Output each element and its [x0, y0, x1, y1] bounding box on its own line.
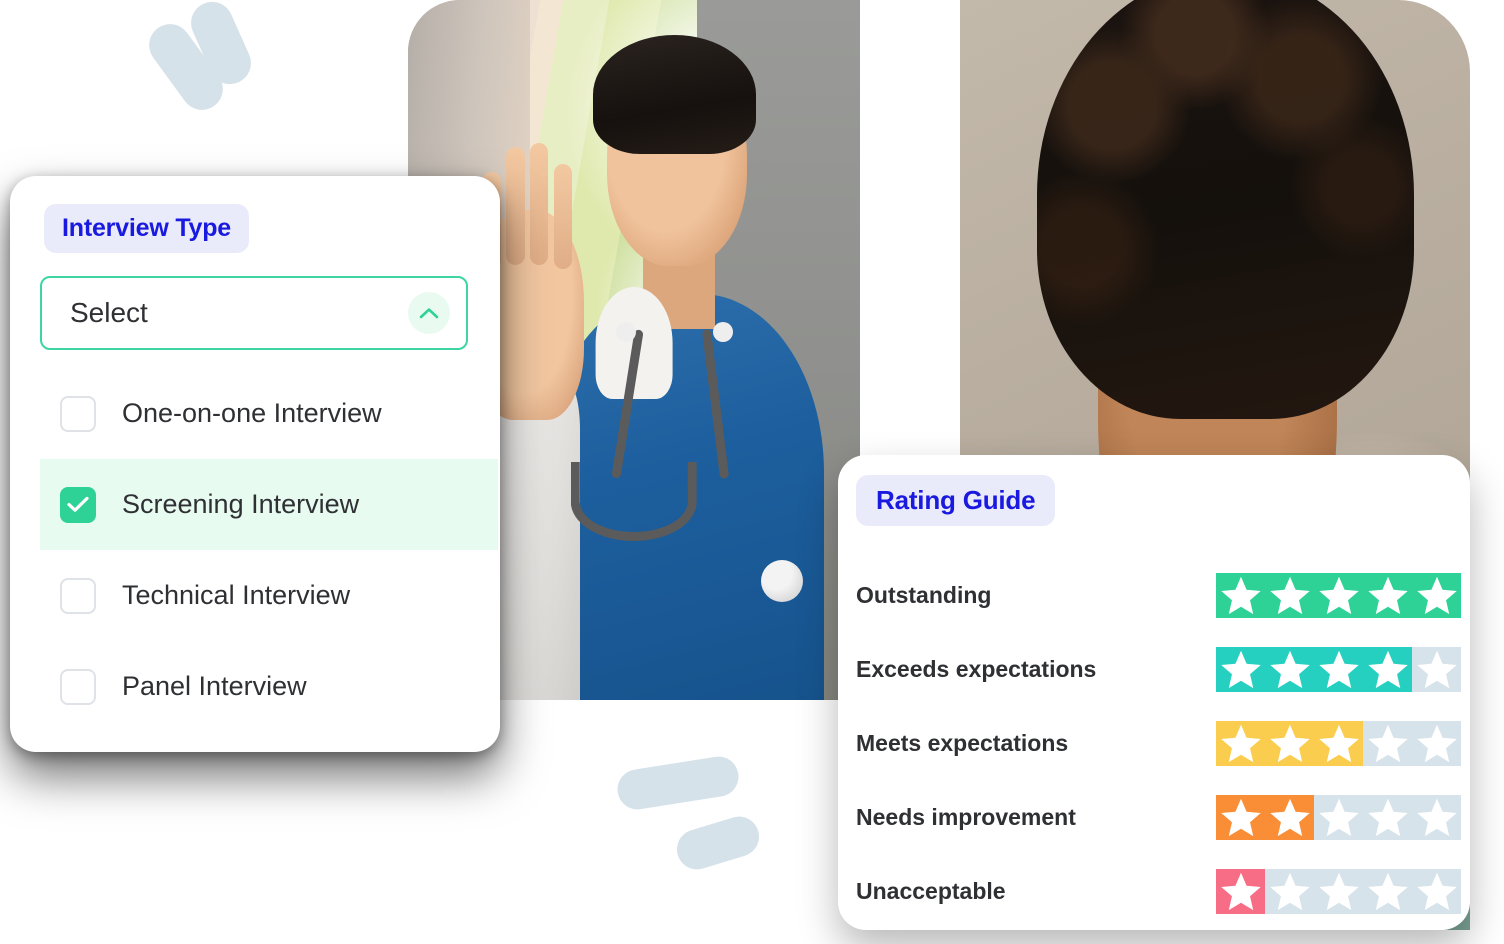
interview-option-row[interactable]: Screening Interview [40, 459, 498, 550]
star-filled-icon[interactable] [1314, 646, 1363, 692]
rating-guide-card: Rating Guide Outstanding Exceeds expectat… [838, 455, 1470, 930]
star-filled-icon[interactable] [1265, 646, 1314, 692]
rating-star-track[interactable] [1216, 720, 1461, 766]
interview-option-row[interactable]: Panel Interview [40, 641, 498, 732]
interview-type-badge: Interview Type [44, 204, 250, 253]
star-empty-icon[interactable] [1412, 869, 1461, 914]
star-filled-icon[interactable] [1216, 794, 1265, 840]
rating-level-label: Unacceptable [856, 877, 1006, 904]
rating-star-track[interactable] [1216, 868, 1461, 914]
photo-stethoscope-loop [570, 462, 698, 541]
chevron-up-icon[interactable] [408, 292, 450, 334]
star-empty-icon[interactable] [1314, 869, 1363, 914]
checkbox-icon[interactable] [60, 577, 96, 614]
star-filled-icon[interactable] [1314, 720, 1363, 766]
interview-option-label: Technical Interview [122, 580, 351, 610]
rating-star-track[interactable] [1216, 794, 1461, 840]
star-empty-icon[interactable] [1314, 795, 1363, 840]
checkbox-checked-icon[interactable] [60, 486, 96, 523]
interview-option-label: Screening Interview [122, 489, 360, 519]
photo-curly-hair [1036, 0, 1414, 419]
interview-option-row[interactable]: One-on-one Interview [40, 368, 498, 459]
star-empty-icon[interactable] [1265, 869, 1314, 914]
star-filled-icon[interactable] [1363, 646, 1412, 692]
star-empty-icon[interactable] [1363, 869, 1412, 914]
star-filled-icon[interactable] [1265, 720, 1314, 766]
star-empty-icon[interactable] [1363, 721, 1412, 766]
screenshot-stage: Interview Type Select One-on-one Intervi… [0, 0, 1504, 944]
star-filled-icon[interactable] [1265, 572, 1314, 618]
star-filled-icon[interactable] [1216, 572, 1265, 618]
star-empty-icon[interactable] [1412, 721, 1461, 766]
star-filled-icon[interactable] [1216, 646, 1265, 692]
rating-level-label: Meets expectations [856, 729, 1069, 756]
decorative-blob-bottom-upper [614, 753, 742, 813]
star-filled-icon[interactable] [1412, 572, 1461, 618]
interview-type-card: Interview Type Select One-on-one Intervi… [10, 176, 500, 752]
rating-level-label: Needs improvement [856, 803, 1076, 830]
star-filled-icon[interactable] [1265, 794, 1314, 840]
rating-guide-row: Meets expectations [856, 706, 1461, 780]
star-filled-icon[interactable] [1363, 572, 1412, 618]
decorative-blob-bottom-lower [671, 811, 765, 875]
rating-level-label: Outstanding [856, 581, 992, 608]
rating-level-label: Exceeds expectations [856, 655, 1097, 682]
interview-option-row[interactable]: Technical Interview [40, 550, 498, 641]
interview-type-select[interactable]: Select [40, 276, 468, 350]
rating-guide-row: Outstanding [856, 558, 1461, 632]
rating-guide-row: Unacceptable [856, 854, 1461, 928]
rating-guide-rows: Outstanding Exceeds expectations Meets exp… [856, 558, 1461, 928]
star-empty-icon[interactable] [1412, 647, 1461, 692]
photo-hair [593, 35, 757, 154]
star-empty-icon[interactable] [1363, 795, 1412, 840]
photo-stethoscope-bell [760, 560, 803, 602]
checkbox-icon[interactable] [60, 668, 96, 705]
star-filled-icon[interactable] [1314, 572, 1363, 618]
star-empty-icon[interactable] [1412, 795, 1461, 840]
star-filled-icon[interactable] [1216, 720, 1265, 766]
rating-guide-badge: Rating Guide [856, 475, 1056, 526]
interview-option-label: One-on-one Interview [122, 398, 382, 428]
rating-guide-row: Exceeds expectations [856, 632, 1461, 706]
checkbox-icon[interactable] [60, 395, 96, 432]
interview-type-option-list: One-on-one Interview Screening Interview T… [40, 368, 498, 732]
rating-star-track[interactable] [1216, 646, 1461, 692]
interview-option-label: Panel Interview [122, 671, 307, 701]
select-value-text: Select [70, 297, 148, 328]
rating-guide-row: Needs improvement [856, 780, 1461, 854]
star-filled-icon[interactable] [1216, 868, 1265, 914]
rating-star-track[interactable] [1216, 572, 1461, 618]
